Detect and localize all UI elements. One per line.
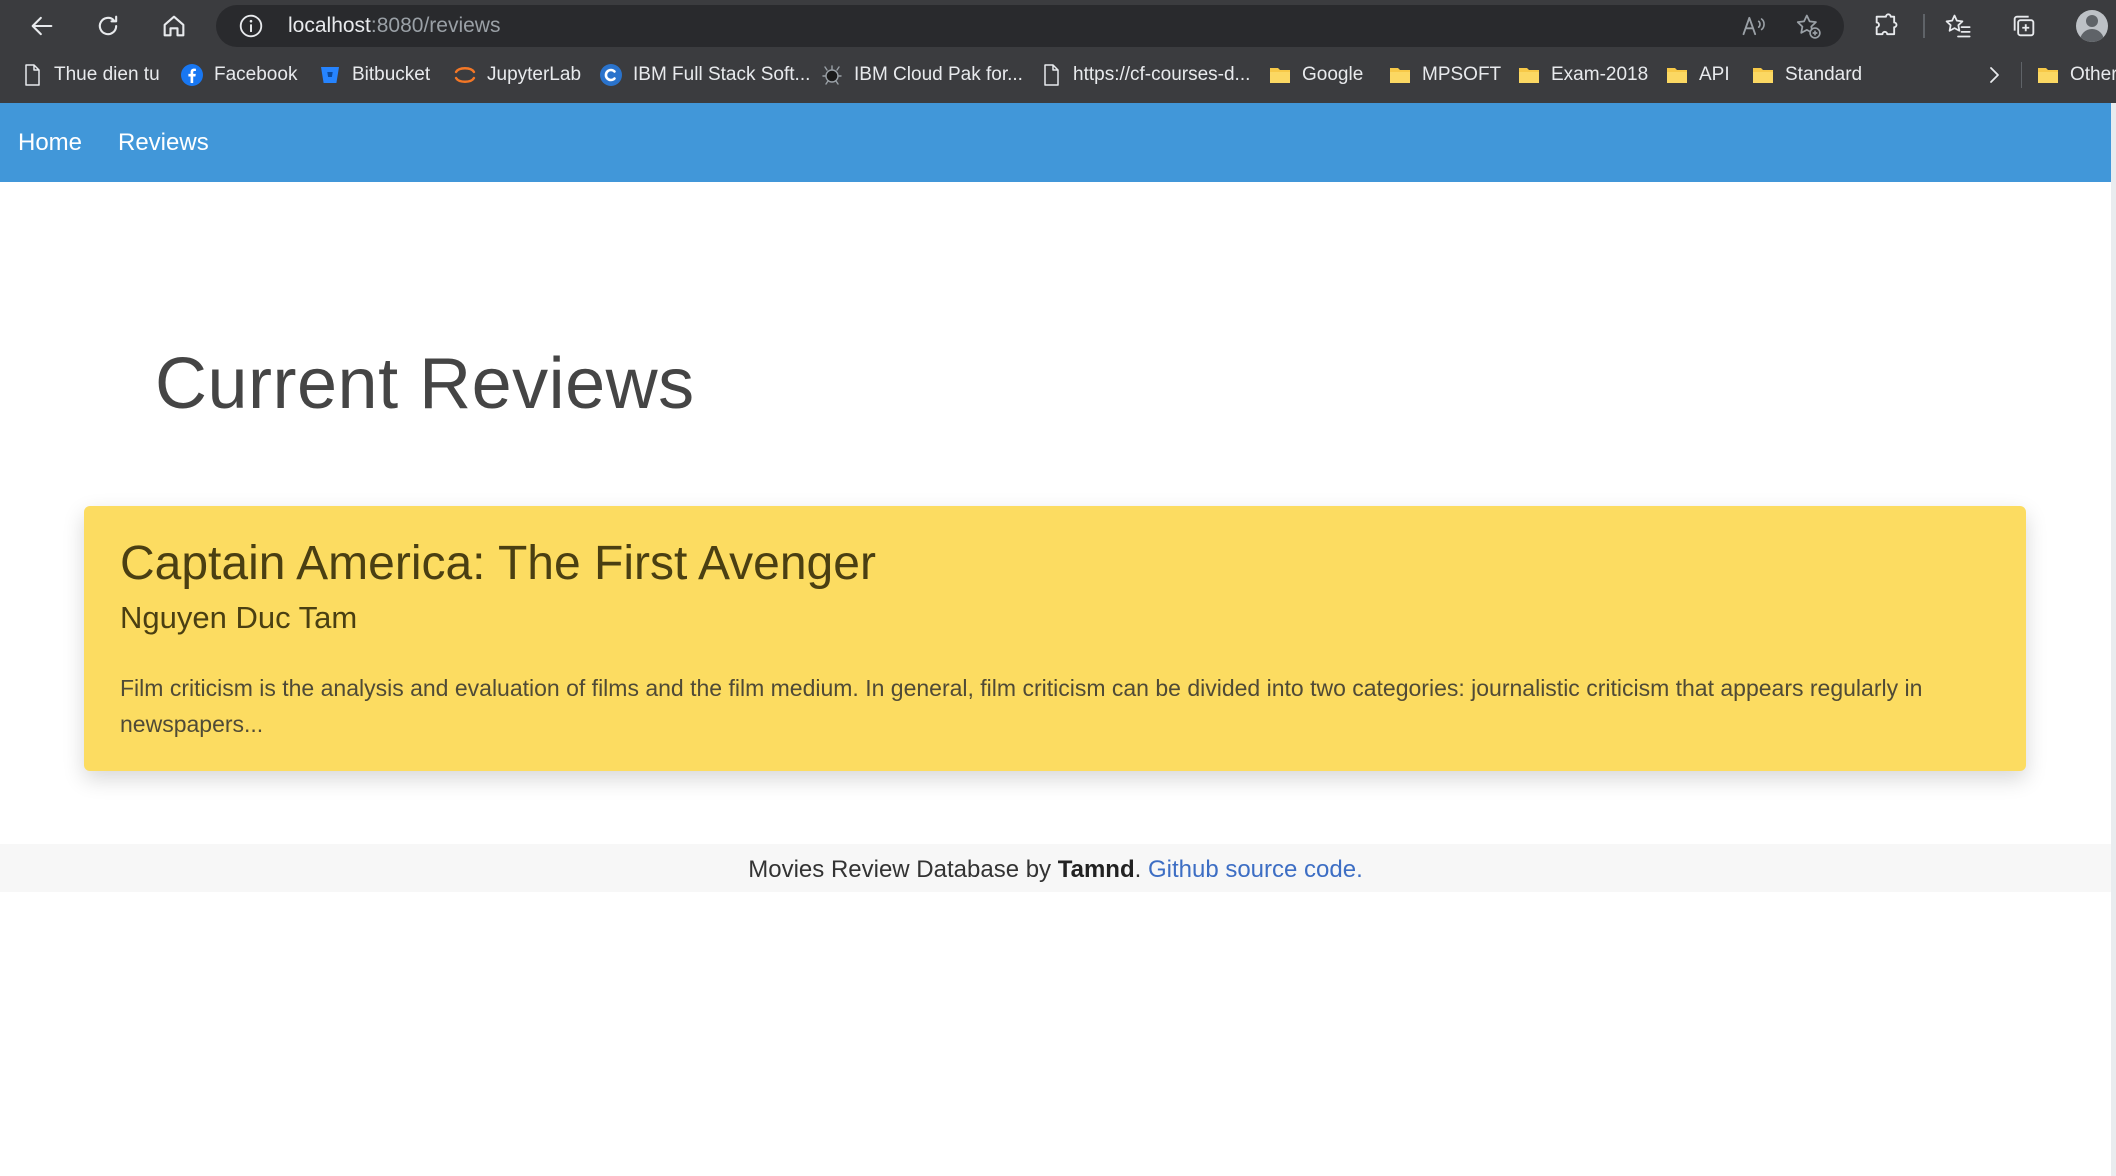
bookmark-item[interactable]: Bitbucket (318, 60, 430, 90)
bookmark-item[interactable]: JupyterLab (453, 60, 581, 90)
avatar-body-shape (2080, 29, 2104, 42)
folder-icon (1388, 63, 1412, 87)
nav-home-link[interactable]: Home (18, 129, 82, 157)
folder-icon (1268, 63, 1292, 87)
favorites-icon (1945, 14, 1971, 38)
bookmark-label: Exam-2018 (1551, 64, 1649, 85)
bookmark-item[interactable]: Facebook (180, 60, 297, 90)
footer-author: Tamnd (1057, 856, 1135, 883)
page-scrollbar[interactable] (2111, 103, 2116, 1176)
profile-avatar[interactable] (2076, 10, 2108, 42)
bookmark-item[interactable]: https://cf-courses-d... (1039, 60, 1250, 90)
bookmarks-divider (2021, 62, 2022, 88)
read-aloud-icon (1742, 16, 1765, 36)
add-favorite-button[interactable] (1794, 12, 1824, 42)
bookmark-label: MPSOFT (1422, 64, 1502, 85)
star-add-icon (1796, 14, 1821, 39)
chevron-right-icon[interactable] (1982, 62, 2006, 88)
collections-icon (2013, 15, 2035, 37)
page-title: Current Reviews (155, 344, 695, 424)
bookmark-label: Bitbucket (352, 64, 431, 85)
address-bar[interactable]: localhost:8080/reviews (216, 5, 1844, 47)
bookmark-label: IBM Full Stack Soft... (633, 64, 811, 85)
review-card[interactable]: Captain America: The First Avenger Nguye… (84, 506, 2026, 771)
page-footer: Movies Review Database by Tamnd. Github … (0, 844, 2111, 892)
bookmark-label: IBM Cloud Pak for... (854, 64, 1023, 85)
bookmark-label: Other (2070, 64, 2116, 85)
folder-icon (1517, 63, 1541, 87)
bookmark-folder[interactable]: API (1665, 60, 1730, 90)
review-excerpt: Film criticism is the analysis and evalu… (120, 675, 1923, 737)
folder-icon (2036, 63, 2060, 87)
toolbar-divider (1923, 14, 1925, 38)
arrow-left-icon (31, 16, 53, 36)
bookmark-label: API (1699, 64, 1730, 85)
url-text[interactable]: localhost:8080/reviews (288, 14, 500, 38)
bookmark-label: JupyterLab (487, 64, 582, 85)
read-aloud-button[interactable] (1740, 12, 1770, 42)
collections-button[interactable] (2004, 6, 2044, 46)
site-navbar: Home Reviews (0, 103, 2111, 182)
bookmark-item[interactable]: IBM Full Stack Soft... (599, 60, 810, 90)
folder-icon (1751, 63, 1775, 87)
bookmark-label: Facebook (214, 64, 298, 85)
bookmark-label: Google (1302, 64, 1364, 85)
bookmark-folder[interactable]: Standard (1751, 60, 1862, 90)
bookmark-folder[interactable]: Exam-2018 (1517, 60, 1648, 90)
reload-icon (98, 15, 118, 36)
favorites-button[interactable] (1938, 6, 1978, 46)
info-icon[interactable] (238, 13, 264, 39)
coursera-icon (599, 63, 623, 87)
review-author: Nguyen Duc Tam (120, 600, 358, 635)
home-icon (163, 15, 185, 37)
bookmark-item[interactable]: IBM Cloud Pak for... (820, 60, 1023, 90)
nav-reviews-link[interactable]: Reviews (118, 129, 209, 157)
page-icon (1039, 63, 1063, 87)
github-source-link[interactable]: Github source code. (1148, 856, 1363, 883)
bookmark-folder[interactable]: Google (1268, 60, 1363, 90)
bookmark-label: Thue dien tu (54, 64, 160, 85)
url-host: localhost (288, 14, 371, 37)
extensions-button[interactable] (1866, 6, 1906, 46)
url-path: :8080/reviews (370, 14, 501, 37)
bookmark-label: https://cf-courses-d... (1073, 64, 1251, 85)
reload-button[interactable] (88, 6, 128, 46)
jupyter-icon (453, 63, 477, 87)
footer-text: Movies Review Database by Tamnd. Github … (0, 856, 2111, 884)
ibm-bee-icon (820, 63, 844, 87)
puzzle-icon (1875, 13, 1898, 36)
bookmarks-bar: Thue dien tu Facebook Bitbucket JupyterL… (0, 56, 2116, 96)
back-button[interactable] (22, 6, 62, 46)
page-icon (20, 63, 44, 87)
browser-chrome: localhost:8080/reviews Thue dien tu Face… (0, 0, 2116, 103)
review-title[interactable]: Captain America: The First Avenger (120, 536, 876, 591)
avatar-head-shape (2086, 15, 2098, 27)
bitbucket-icon (318, 63, 342, 87)
footer-separator: . (1134, 856, 1148, 883)
facebook-icon (180, 63, 204, 87)
bookmark-label: Standard (1785, 64, 1863, 85)
bookmark-folder[interactable]: Other (2036, 60, 2116, 90)
folder-icon (1665, 63, 1689, 87)
home-button[interactable] (154, 6, 194, 46)
browser-toolbar: localhost:8080/reviews (0, 0, 2116, 52)
bookmark-item[interactable]: Thue dien tu (20, 60, 160, 90)
bookmark-folder[interactable]: MPSOFT (1388, 60, 1501, 90)
footer-prefix: Movies Review Database by (748, 856, 1058, 883)
